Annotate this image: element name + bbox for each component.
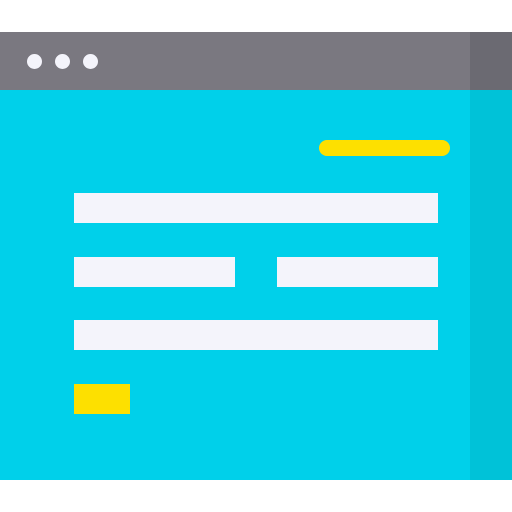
- text-field[interactable]: [277, 257, 438, 287]
- accent-bar: [319, 140, 450, 156]
- text-field[interactable]: [74, 320, 438, 350]
- browser-window: [0, 32, 512, 480]
- text-field[interactable]: [74, 193, 438, 223]
- submit-button[interactable]: [74, 384, 130, 414]
- title-bar-shade: [470, 32, 512, 90]
- window-dot-icon[interactable]: [83, 54, 98, 69]
- text-field[interactable]: [74, 257, 235, 287]
- title-bar: [0, 32, 512, 90]
- window-dot-icon[interactable]: [27, 54, 42, 69]
- window-dot-icon[interactable]: [55, 54, 70, 69]
- content-shade: [470, 90, 512, 480]
